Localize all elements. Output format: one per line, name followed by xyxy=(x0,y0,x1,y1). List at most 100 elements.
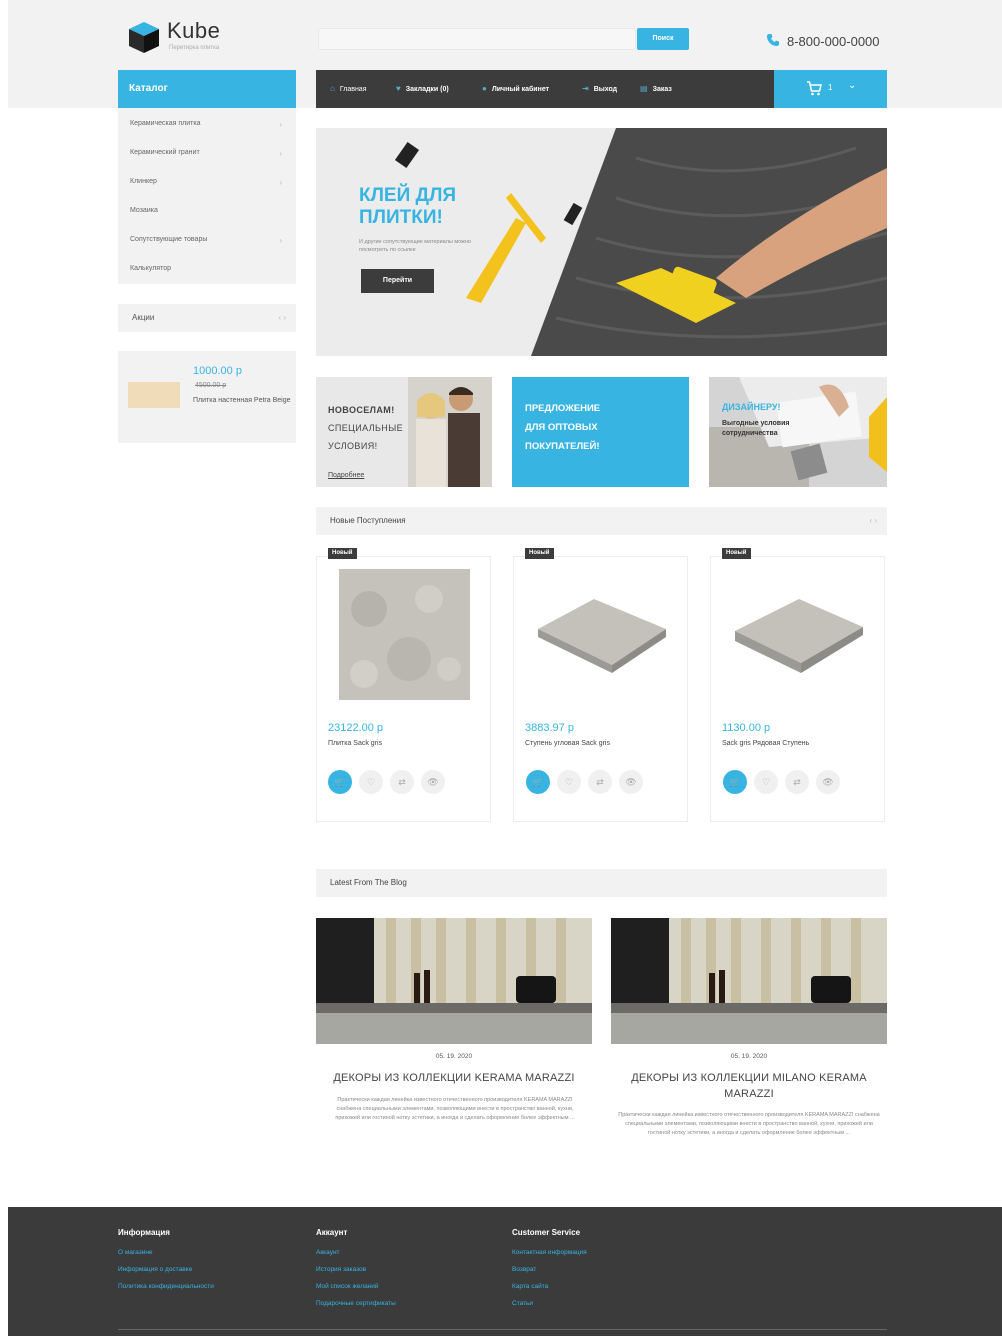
logo-cube-icon[interactable] xyxy=(127,20,161,54)
promo-title: Акции xyxy=(132,313,155,322)
product-price: 1130.00 р xyxy=(722,722,771,734)
promo-price: 1000.00 р xyxy=(193,365,242,377)
nav-account[interactable]: ● Личный кабинет xyxy=(482,70,549,108)
new-arrivals-heading: Новые Поступления ‹ › xyxy=(316,507,887,535)
product-image[interactable] xyxy=(339,569,470,700)
nav-label: Главная xyxy=(339,86,367,93)
add-to-cart-button[interactable]: 🛒 xyxy=(328,770,352,794)
hero-title: КЛЕЙ ДЛЯ ПЛИТКИ! xyxy=(359,185,457,228)
promo-heading: Акции ‹ › xyxy=(118,304,296,332)
catalog-item-ceramic-granite[interactable]: Керамический гранит › xyxy=(130,149,290,163)
promo-product-image[interactable] xyxy=(128,382,180,408)
footer-link[interactable]: Аккаунт xyxy=(316,1249,340,1256)
footer-link[interactable]: Политика конфиденциальности xyxy=(118,1283,214,1290)
blog-post-image[interactable] xyxy=(611,918,887,1044)
new-badge: Новый xyxy=(722,548,751,559)
product-name[interactable]: Ступень угловая Sack gris xyxy=(525,740,610,747)
compare-button[interactable]: ⇄ xyxy=(390,770,414,794)
hero-cta-button[interactable]: Перейти xyxy=(361,269,434,293)
promo-old-price: 4500.00 р xyxy=(195,382,227,389)
quick-view-button[interactable]: 👁 xyxy=(619,770,643,794)
quick-view-button[interactable]: 👁 xyxy=(816,770,840,794)
footer-link[interactable]: Возврат xyxy=(512,1266,536,1273)
blog-post-image[interactable] xyxy=(316,918,592,1044)
nav-bookmarks[interactable]: ♥ Закладки (0) xyxy=(396,70,449,108)
footer-link[interactable]: Статьи xyxy=(512,1300,533,1307)
heart-icon: ♥ xyxy=(396,84,401,93)
home-icon: ⌂ xyxy=(330,84,335,93)
wishlist-button[interactable]: ♡ xyxy=(754,770,778,794)
product-price: 23122.00 р xyxy=(328,722,384,734)
footer-link[interactable]: История заказов xyxy=(316,1266,366,1273)
footer-divider xyxy=(118,1329,887,1330)
catalog-title[interactable]: Каталог xyxy=(118,70,296,108)
banner-more-link[interactable]: Подробнее xyxy=(328,472,364,479)
footer-link[interactable]: Мой список желаний xyxy=(316,1283,379,1290)
catalog-item-label: Керамический гранит xyxy=(130,149,200,156)
product-image[interactable] xyxy=(532,587,672,687)
blog-post-date: 05. 19. 2020 xyxy=(435,1053,473,1060)
phone-number[interactable]: 8-800-000-0000 xyxy=(787,34,880,49)
banner-line: ПОКУПАТЕЛЕЙ! xyxy=(525,441,600,452)
footer-link[interactable]: О магазине xyxy=(118,1249,153,1256)
nav-label: Личный кабинет xyxy=(491,86,550,93)
logout-icon: ⇥ xyxy=(582,84,589,93)
search-input[interactable] xyxy=(318,28,636,50)
add-to-cart-button[interactable]: 🛒 xyxy=(723,770,747,794)
catalog-item-mosaic[interactable]: Мозаика xyxy=(130,207,290,221)
product-image[interactable] xyxy=(729,587,869,687)
cart-button[interactable]: 1 ⌄ xyxy=(774,70,887,108)
kitchen-image xyxy=(611,918,887,1044)
catalog-item-clinker[interactable]: Клинкер › xyxy=(130,178,290,192)
banner-wholesale-text: ПРЕДЛОЖЕНИЕ ДЛЯ ОПТОВЫХ ПОКУПАТЕЛЕЙ! xyxy=(525,399,645,456)
blog-post-title[interactable]: ДЕКОРЫ ИЗ КОЛЛЕКЦИИ MILANO KERAMA MARAZZ… xyxy=(611,1070,887,1102)
blog-post-excerpt: Практически каждая линейка известного от… xyxy=(335,1097,575,1121)
compare-button[interactable]: ⇄ xyxy=(785,770,809,794)
footer-link[interactable]: Информация о доставке xyxy=(118,1266,192,1273)
product-name[interactable]: Плитка Sack gris xyxy=(328,740,382,747)
nav-logout[interactable]: ⇥ Выход xyxy=(582,70,617,108)
catalog-item-accessories[interactable]: Сопутствующие товары › xyxy=(130,236,290,250)
wishlist-button[interactable]: ♡ xyxy=(557,770,581,794)
footer-column-title: Информация xyxy=(118,1228,170,1237)
product-name[interactable]: Sack gris Рядовая Ступень xyxy=(722,740,809,747)
chevron-right-icon: › xyxy=(279,236,282,245)
quick-view-button[interactable]: 👁 xyxy=(421,770,445,794)
kitchen-image xyxy=(316,918,592,1044)
carousel-arrows-icon[interactable]: ‹ › xyxy=(869,507,877,535)
banner-line: УСЛОВИЯ! xyxy=(328,441,378,451)
wishlist-button[interactable]: ♡ xyxy=(359,770,383,794)
catalog-item-label: Керамическая плитка xyxy=(130,120,201,127)
catalog-item-label: Сопутствующие товары xyxy=(130,236,208,243)
nav-label: Заказ xyxy=(652,86,672,93)
banner-designers-subtitle: Выгодные условия сотрудничества xyxy=(722,420,790,437)
cart-count: 1 xyxy=(828,83,833,92)
footer-link[interactable]: Подарочные сертификаты xyxy=(316,1300,396,1307)
blog-post-excerpt: Практически каждая линейка известного от… xyxy=(618,1112,880,1136)
nav-order[interactable]: ▤ Заказ xyxy=(640,70,672,108)
compare-button[interactable]: ⇄ xyxy=(588,770,612,794)
nav-home[interactable]: ⌂ Главная xyxy=(330,70,367,108)
section-title: Новые Поступления xyxy=(330,516,406,525)
search-button[interactable]: Поиск xyxy=(637,28,689,50)
logo-text[interactable]: Kube xyxy=(167,18,220,44)
promo-product-name[interactable]: Плитка настенная Petra Beige xyxy=(193,396,293,406)
main-navbar: ⌂ Главная ♥ Закладки (0) ● Личный кабинет ⇥… xyxy=(316,70,774,108)
catalog-item-label: Мозаика xyxy=(130,207,158,214)
footer-link[interactable]: Карта сайта xyxy=(512,1283,548,1290)
blog-post-title[interactable]: ДЕКОРЫ ИЗ КОЛЛЕКЦИИ KERAMA MARAZZI xyxy=(316,1070,592,1086)
footer-column-title: Customer Service xyxy=(512,1228,581,1237)
logo-tagline: Перетирка плитка xyxy=(169,45,220,51)
section-title: Latest From The Blog xyxy=(330,878,407,887)
footer-link[interactable]: Контактная информация xyxy=(512,1249,587,1256)
blog-heading: Latest From The Blog xyxy=(316,869,887,897)
chevron-right-icon: › xyxy=(279,178,282,187)
chevron-down-icon: ⌄ xyxy=(848,80,857,91)
catalog-item-label: Калькулятор xyxy=(130,265,171,272)
catalog-item-ceramic-tile[interactable]: Керамическая плитка › xyxy=(130,120,290,134)
catalog-item-calculator[interactable]: Калькулятор xyxy=(130,265,290,279)
add-to-cart-button[interactable]: 🛒 xyxy=(526,770,550,794)
chevron-right-icon: › xyxy=(279,120,282,129)
carousel-arrows-icon[interactable]: ‹ › xyxy=(278,304,286,332)
chevron-right-icon: › xyxy=(279,149,282,158)
